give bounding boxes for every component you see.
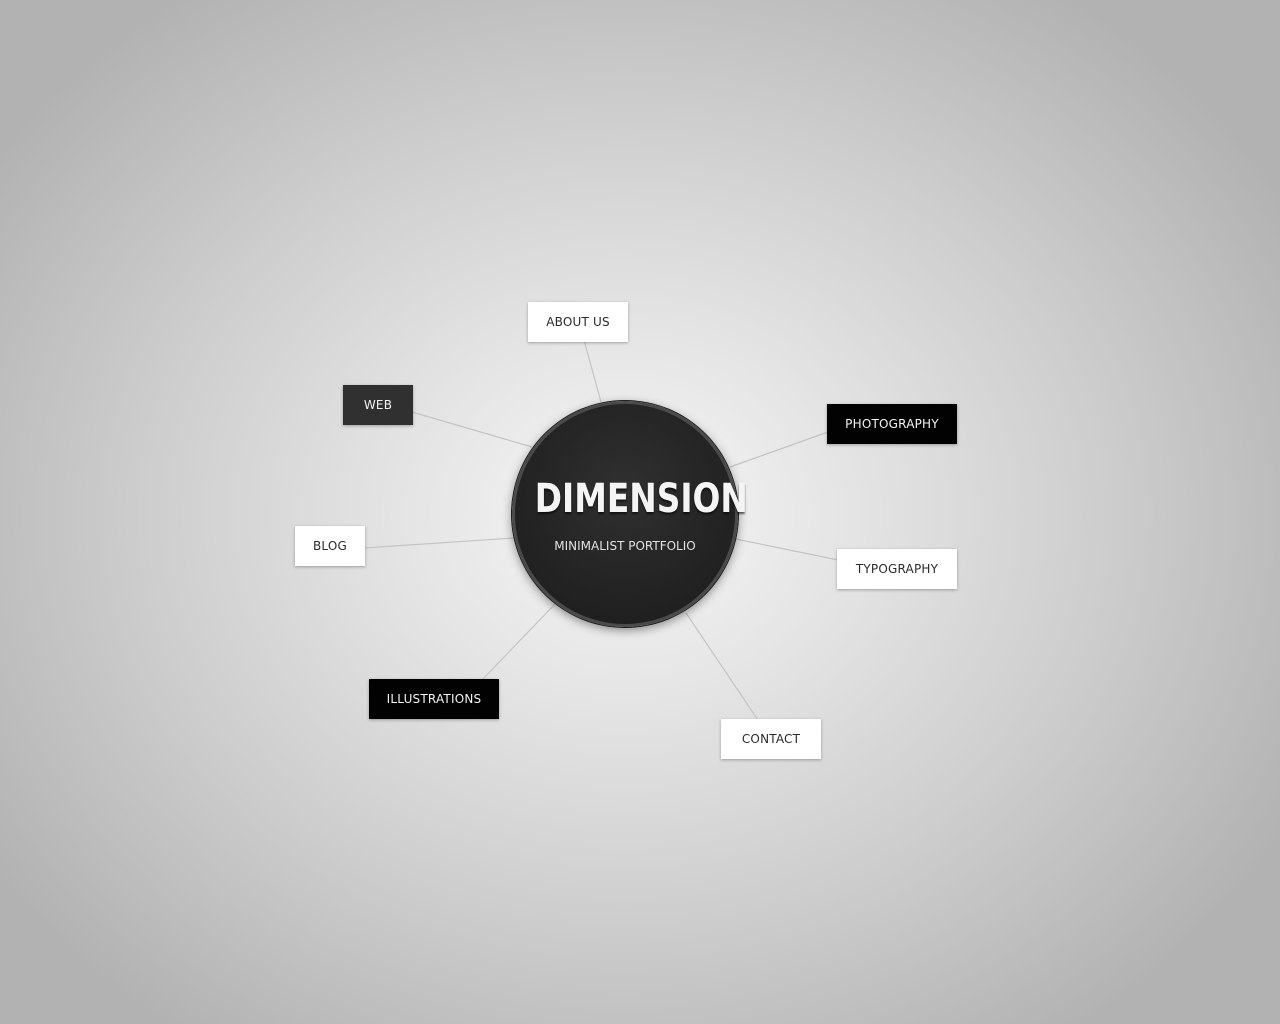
nav-blog[interactable]: BLOG bbox=[295, 526, 365, 566]
brand-subtitle: MINIMALIST PORTFOLIO bbox=[554, 539, 696, 553]
brand-title: DIMENSION bbox=[534, 476, 748, 522]
connector-about bbox=[583, 339, 602, 403]
nav-web[interactable]: WEB bbox=[343, 385, 413, 425]
connector-blog bbox=[363, 537, 515, 549]
connector-web bbox=[411, 411, 533, 448]
connector-photography bbox=[729, 431, 829, 468]
connector-typography bbox=[735, 538, 839, 561]
nav-typography[interactable]: TYPOGRAPHY bbox=[837, 549, 957, 589]
nav-about-us[interactable]: ABOUT US bbox=[528, 302, 628, 342]
nav-illustrations[interactable]: ILLUSTRATIONS bbox=[369, 679, 499, 719]
connector-contact bbox=[685, 612, 759, 721]
brand-hub-circle: DIMENSION MINIMALIST PORTFOLIO bbox=[512, 401, 748, 627]
nav-photography[interactable]: PHOTOGRAPHY bbox=[827, 404, 957, 444]
nav-contact[interactable]: CONTACT bbox=[721, 719, 821, 759]
connector-illustrations bbox=[481, 603, 556, 681]
